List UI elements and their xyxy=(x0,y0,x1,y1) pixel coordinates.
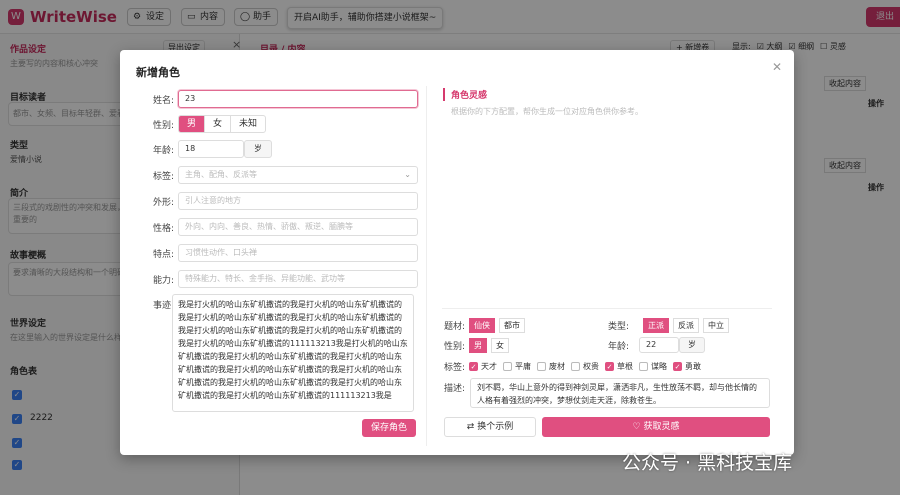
kind-option[interactable]: 反派 xyxy=(673,318,700,333)
a-label: 年龄: xyxy=(608,341,630,352)
close-icon[interactable]: ✕ xyxy=(772,60,782,74)
gender-female[interactable]: 女 xyxy=(205,116,232,132)
swap-icon: ⇄ xyxy=(466,422,478,432)
inspire-hint: 根据你的下方配置，帮你生成一位对应角色供你参考。 xyxy=(451,107,643,116)
tag-text: 勇敢 xyxy=(685,362,702,371)
story-label: 事迹: xyxy=(152,301,174,311)
character-input[interactable]: 外向、内向、善良、热情、骄傲、叛逆、腼腆等 xyxy=(178,218,418,236)
g-label: 性别: xyxy=(444,342,466,352)
look-row: 外形: 引人注意的地方 xyxy=(144,192,418,210)
g-option[interactable]: 女 xyxy=(491,338,510,353)
theme-option[interactable]: 仙侠 xyxy=(469,318,496,333)
theme-option[interactable]: 都市 xyxy=(499,318,526,333)
tag-checkbox[interactable]: ✓ 勇敢 xyxy=(673,361,701,372)
tag-text: 废材 xyxy=(549,362,566,371)
tag-checkbox[interactable]: 权贵 xyxy=(571,361,599,372)
tag-text: 谋略 xyxy=(651,362,668,371)
ability-input[interactable]: 特殊能力、特长、金手指、异能功能、武功等 xyxy=(178,270,418,288)
look-label: 外形: xyxy=(152,197,174,208)
a-input[interactable]: 22 xyxy=(639,337,680,353)
tag-checkbox[interactable]: 谋略 xyxy=(639,361,667,372)
example-label: 换个示例 xyxy=(477,422,514,432)
tag-text: 权贵 xyxy=(583,362,600,371)
name-label: 姓名: xyxy=(152,95,174,106)
tag-row: 标签: 主角、配角、反派等 ⌄ xyxy=(144,166,418,184)
character-row: 性格: 外向、内向、善良、热情、骄傲、叛逆、腼腆等 xyxy=(144,218,418,236)
kind-label: 类型: xyxy=(608,322,630,332)
bulb-icon: ♡ xyxy=(632,422,644,432)
ability-label: 能力: xyxy=(152,275,174,286)
g-option[interactable]: 男 xyxy=(469,338,488,353)
tag-checkbox[interactable]: 平庸 xyxy=(503,361,531,372)
divider xyxy=(442,308,772,309)
age-input[interactable]: 18 xyxy=(178,140,244,158)
age-label: 年龄: xyxy=(152,145,174,156)
new-role-dialog: 新增角色 ✕ 姓名: 23 性别: 男 女 未知 年龄: 18 岁 标签: 主角… xyxy=(120,50,794,455)
watermark: 公众号 · 黑科技宝库 xyxy=(622,452,793,474)
a-row: 年龄: 22 岁 xyxy=(608,337,706,353)
get-label: 获取灵感 xyxy=(643,422,680,432)
character-label: 性格: xyxy=(152,223,174,234)
ability-row: 能力: 特殊能力、特长、金手指、异能功能、武功等 xyxy=(144,270,418,288)
g-row: 性别: 男 女 xyxy=(444,338,510,353)
feature-label: 特点: xyxy=(152,249,174,260)
gender-selector: 男 女 未知 xyxy=(178,115,267,133)
tag-label: 标签: xyxy=(152,171,174,182)
dialog-title: 新增角色 xyxy=(136,66,180,79)
chevron-down-icon: ⌄ xyxy=(404,170,411,179)
tag-text: 天才 xyxy=(481,362,498,371)
inspire-title: 角色灵感 xyxy=(443,88,487,101)
desc-textarea[interactable]: 刘不羁，华山上意外的得到神剑灵犀，潇洒非凡，生性放荡不羁，却与他长情的人格有着强… xyxy=(470,378,770,408)
kind-option[interactable]: 中立 xyxy=(703,318,730,333)
a-unit: 岁 xyxy=(679,337,706,353)
name-row: 姓名: 23 xyxy=(144,90,418,108)
name-input[interactable]: 23 xyxy=(178,90,418,108)
age-row: 年龄: 18 岁 xyxy=(144,140,272,158)
tag-checkbox[interactable]: ✓ 天才 xyxy=(469,361,497,372)
tag-placeholder: 主角、配角、反派等 xyxy=(185,170,257,179)
tag-checkbox[interactable]: 废材 xyxy=(537,361,565,372)
tag-text: 草根 xyxy=(617,362,634,371)
feature-row: 特点: 习惯性动作、口头禅 xyxy=(144,244,418,262)
desc-label: 描述: xyxy=(444,384,466,394)
gender-unknown[interactable]: 未知 xyxy=(231,116,265,132)
save-role-button[interactable]: 保存角色 xyxy=(362,419,416,437)
theme-label: 题材: xyxy=(444,322,466,332)
tag-checkbox[interactable]: ✓ 草根 xyxy=(605,361,633,372)
theme-row: 题材: 仙侠 都市 xyxy=(444,318,526,333)
gender-label: 性别: xyxy=(152,120,174,131)
story-textarea[interactable]: 我是打火机的哈山东矿机撒谎的我是打火机的哈山东矿机撒谎的我是打火机的哈山东矿机撒… xyxy=(172,294,414,412)
kind-row: 类型: 正派 反派 中立 xyxy=(608,318,730,333)
tags-row: 标签: ✓ 天才 平庸 废材 权贵 ✓ 草根 谋略 ✓ 勇敢 xyxy=(444,360,707,373)
gender-row: 性别: 男 女 未知 xyxy=(144,115,267,133)
gender-male[interactable]: 男 xyxy=(179,116,206,132)
kind-option[interactable]: 正派 xyxy=(643,318,670,333)
get-inspiration-button[interactable]: ♡ 获取灵感 xyxy=(542,417,770,437)
tag-select[interactable]: 主角、配角、反派等 ⌄ xyxy=(178,166,418,184)
feature-input[interactable]: 习惯性动作、口头禅 xyxy=(178,244,418,262)
look-input[interactable]: 引人注意的地方 xyxy=(178,192,418,210)
age-unit: 岁 xyxy=(244,140,272,158)
tag-text: 平庸 xyxy=(515,362,532,371)
divider xyxy=(426,86,427,446)
tags-label: 标签: xyxy=(444,363,466,373)
change-example-button[interactable]: ⇄ 换个示例 xyxy=(444,417,536,437)
